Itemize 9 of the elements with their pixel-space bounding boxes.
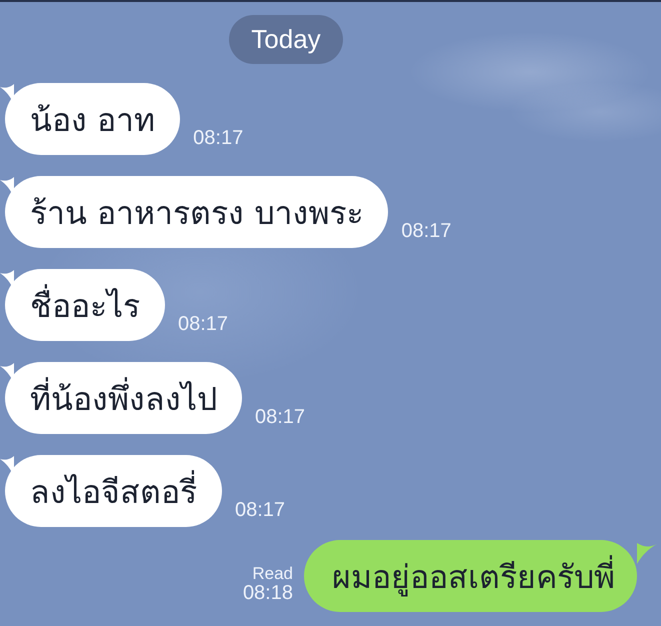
- date-separator: Today: [229, 15, 343, 64]
- message-time: 08:18: [242, 583, 293, 604]
- message-time: 08:17: [178, 313, 228, 337]
- message-time: 08:17: [255, 406, 306, 430]
- message-time: 08:17: [235, 499, 286, 523]
- message-time: 08:17: [193, 127, 244, 151]
- bubble-tail-icon: [635, 540, 657, 564]
- read-receipt: Read: [252, 564, 293, 583]
- message-time: 08:17: [401, 220, 452, 244]
